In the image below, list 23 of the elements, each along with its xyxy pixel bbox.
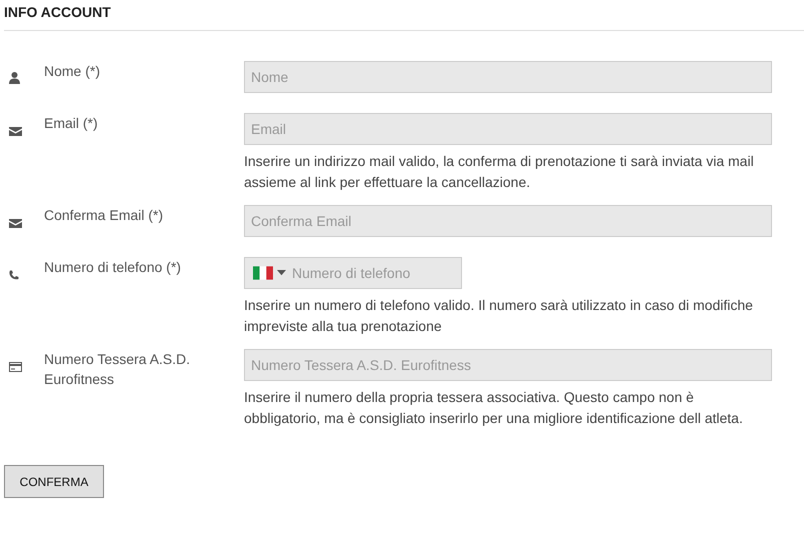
user-icon xyxy=(9,72,20,84)
caret-icon[interactable] xyxy=(277,270,286,276)
help-text: Inserire il numero della propria tessera associativa. Questo campo non è obbligatorio, ma è consigliato inserirlo per una migliore identificazione dell atleta. xyxy=(244,388,744,428)
field-label: Numero di telefono (*) xyxy=(44,258,182,277)
phone-icon xyxy=(9,270,19,280)
field-label: Nome (*) xyxy=(44,62,102,81)
flag-icon xyxy=(253,266,273,280)
field-label: Numero Tessera A.S.D. Eurofitness xyxy=(44,350,192,389)
field-label: Email (*) xyxy=(44,114,99,133)
input-field[interactable]: Nome xyxy=(244,61,772,93)
input-field[interactable]: Numero Tessera A.S.D. Eurofitness xyxy=(244,349,772,381)
input-field[interactable]: Email xyxy=(244,113,772,145)
phone-field[interactable]: Numero di telefono xyxy=(244,257,462,289)
envelope-icon xyxy=(9,219,22,228)
section-title: INFO ACCOUNT xyxy=(4,3,111,21)
help-text: Inserire un indirizzo mail valido, la conferma di prenotazione ti sarà inviata via mail assieme al link per effettuare la cancellazione. xyxy=(244,152,754,192)
card-icon xyxy=(9,362,22,372)
envelope-icon xyxy=(9,127,22,136)
field-label: Conferma Email (*) xyxy=(44,206,164,225)
help-text: Inserire un numero di telefono valido. Il numero sarà utilizzato in caso di modifiche impreviste alla tua prenotazione xyxy=(244,296,754,336)
phone-input[interactable]: Numero di telefono xyxy=(286,265,461,281)
confirm-button[interactable]: CONFERMA xyxy=(4,465,104,498)
input-field[interactable]: Conferma Email xyxy=(244,205,772,237)
